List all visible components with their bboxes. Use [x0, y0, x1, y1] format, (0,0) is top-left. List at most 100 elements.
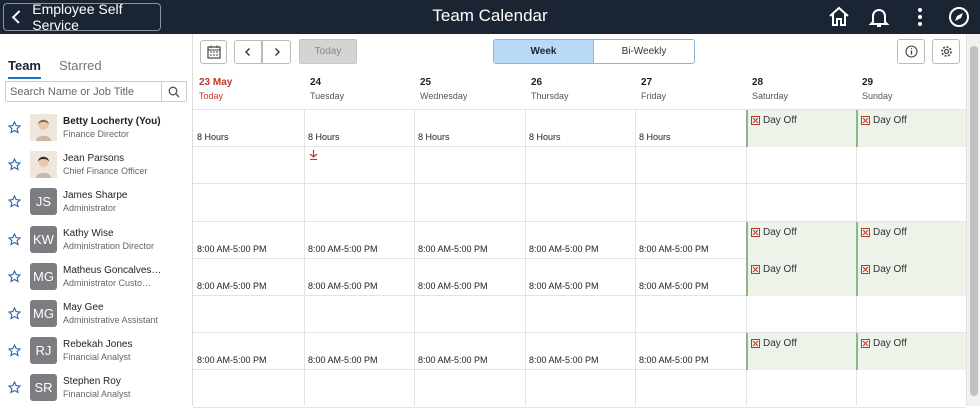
chevron-right-icon [274, 48, 280, 56]
shift-text[interactable]: 8:00 AM-5:00 PM [418, 244, 488, 254]
shift-text[interactable]: 8:00 AM-5:00 PM [529, 244, 599, 254]
star-icon[interactable] [8, 121, 21, 134]
day-off-icon [861, 265, 870, 274]
shift-text[interactable]: 8:00 AM-5:00 PM [197, 281, 267, 291]
avatar: SR [30, 374, 57, 401]
shift-text[interactable]: 8:00 AM-5:00 PM [197, 355, 267, 365]
shift-text[interactable]: 8 Hours [197, 132, 229, 142]
member-role: Administrator Custo… [63, 278, 152, 288]
search-box [5, 81, 187, 102]
next-week-button[interactable] [262, 40, 291, 64]
team-member-row[interactable]: RJ Rebekah Jones Financial Analyst [0, 332, 193, 369]
day-date: 27 [641, 77, 653, 88]
bell-icon[interactable] [867, 5, 891, 29]
team-member-row[interactable]: JS James Sharpe Administrator [0, 183, 193, 220]
star-icon[interactable] [8, 381, 21, 394]
day-off-label: Day Off [763, 227, 797, 238]
day-off-cell[interactable]: Day Off [856, 333, 966, 370]
more-vert-icon[interactable] [908, 5, 932, 29]
day-date: 28 [752, 77, 764, 88]
search-input[interactable] [6, 82, 161, 101]
star-icon[interactable] [8, 307, 21, 320]
calendar-picker-button[interactable] [200, 40, 227, 64]
day-date: 23 May [199, 77, 233, 88]
shift-text[interactable]: 8:00 AM-5:00 PM [529, 281, 599, 291]
settings-button[interactable] [932, 39, 960, 64]
day-date: 26 [531, 77, 543, 88]
week-view-button[interactable]: Week [494, 40, 594, 63]
day-weekday: Thursday [531, 91, 569, 101]
shift-text[interactable]: 8:00 AM-5:00 PM [308, 244, 378, 254]
day-header: 26 Thursday [531, 77, 569, 101]
shift-text[interactable]: 8:00 AM-5:00 PM [639, 244, 709, 254]
day-off-icon [861, 339, 870, 348]
shift-text[interactable]: 8 Hours [529, 132, 561, 142]
team-member-row[interactable]: SR Stephen Roy Financial Analyst [0, 369, 193, 406]
avatar [30, 114, 57, 141]
day-date: 25 [420, 77, 432, 88]
avatar: RJ [30, 337, 57, 364]
shift-text[interactable]: 8:00 AM-5:00 PM [639, 355, 709, 365]
day-off-cell[interactable]: Day Off [746, 110, 856, 147]
travel-icon[interactable] [309, 150, 318, 162]
shift-text[interactable]: 8:00 AM-5:00 PM [197, 244, 267, 254]
day-header: 29 Sunday [862, 77, 893, 101]
member-role: Chief Finance Officer [63, 166, 148, 176]
today-button[interactable]: Today [299, 39, 357, 64]
day-weekday: Saturday [752, 91, 789, 101]
biweekly-view-button[interactable]: Bi-Weekly [594, 40, 694, 63]
team-member-row[interactable]: MG Matheus Goncalves… Administrator Custo… [0, 258, 193, 295]
day-weekday: Sunday [862, 91, 893, 101]
scrollbar-thumb[interactable] [970, 46, 978, 396]
member-role: Financial Analyst [63, 352, 131, 362]
gear-icon [940, 46, 952, 57]
star-icon[interactable] [8, 344, 21, 357]
shift-text[interactable]: 8:00 AM-5:00 PM [639, 281, 709, 291]
member-role: Administration Director [63, 241, 155, 251]
search-button[interactable] [161, 82, 185, 101]
day-off-cell[interactable]: Day Off [856, 110, 966, 147]
day-off-cell[interactable]: Day Off [856, 259, 966, 296]
day-off-cell[interactable]: Day Off [746, 222, 856, 259]
calendar-icon [206, 45, 221, 59]
day-off-label: Day Off [763, 115, 797, 126]
avatar [30, 151, 57, 178]
row-divider [193, 183, 966, 184]
shift-text[interactable]: 8:00 AM-5:00 PM [418, 355, 488, 365]
team-member-row[interactable]: Jean Parsons Chief Finance Officer [0, 146, 193, 183]
vertical-scrollbar[interactable] [966, 34, 980, 406]
day-off-label: Day Off [873, 227, 907, 238]
info-button[interactable] [897, 39, 925, 64]
view-toggle: Week Bi-Weekly [493, 39, 695, 64]
shift-text[interactable]: 8 Hours [639, 132, 671, 142]
member-role: Administrative Assistant [63, 315, 159, 325]
star-icon[interactable] [8, 233, 21, 246]
compass-icon[interactable] [947, 5, 971, 29]
shift-text[interactable]: 8:00 AM-5:00 PM [529, 355, 599, 365]
team-member-row[interactable]: MG May Gee Administrative Assistant [0, 295, 193, 332]
star-icon[interactable] [8, 158, 21, 171]
top-bar: Employee Self Service Team Calendar [0, 0, 980, 34]
day-off-cell[interactable]: Day Off [746, 259, 856, 296]
day-off-cell[interactable]: Day Off [746, 333, 856, 370]
team-member-row[interactable]: KW Kathy Wise Administration Director [0, 221, 193, 258]
star-icon[interactable] [8, 195, 21, 208]
shift-text[interactable]: 8 Hours [418, 132, 450, 142]
day-off-icon [861, 116, 870, 125]
day-off-label: Day Off [763, 264, 797, 275]
shift-text[interactable]: 8 Hours [308, 132, 340, 142]
shift-text[interactable]: 8:00 AM-5:00 PM [308, 355, 378, 365]
info-icon [904, 45, 918, 58]
previous-week-button[interactable] [234, 40, 262, 64]
home-icon[interactable] [827, 5, 851, 29]
day-off-cell[interactable]: Day Off [856, 222, 966, 259]
avatar: MG [30, 300, 57, 327]
shift-text[interactable]: 8:00 AM-5:00 PM [418, 281, 488, 291]
shift-text[interactable]: 8:00 AM-5:00 PM [308, 281, 378, 291]
star-icon[interactable] [8, 270, 21, 283]
day-off-icon [751, 228, 760, 237]
tab-team[interactable]: Team [8, 58, 41, 79]
team-member-row[interactable]: Betty Locherty (You) Finance Director [0, 109, 193, 146]
day-header: 28 Saturday [752, 77, 788, 101]
tab-starred[interactable]: Starred [59, 58, 102, 79]
